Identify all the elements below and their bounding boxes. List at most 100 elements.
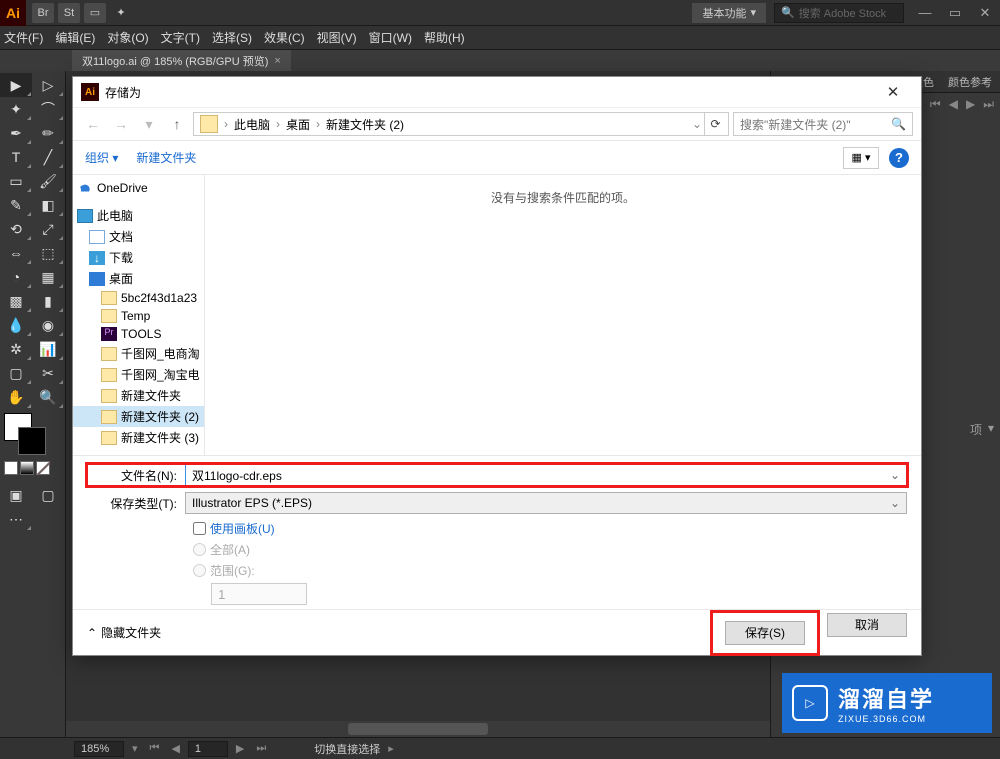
type-tool[interactable]: T — [0, 145, 32, 169]
screen-mode-normal[interactable]: ▣ — [0, 483, 32, 507]
menu-edit[interactable]: 编辑(E) — [55, 29, 95, 46]
perspective-tool[interactable]: ▦ — [32, 265, 64, 289]
menu-view[interactable]: 视图(V) — [317, 29, 357, 46]
slice-tool[interactable]: ✂ — [32, 361, 64, 385]
menu-effect[interactable]: 效果(C) — [264, 29, 305, 46]
scale-tool[interactable]: ⤢ — [32, 217, 64, 241]
color-swatch[interactable] — [0, 409, 65, 479]
new-folder-button[interactable]: 新建文件夹 — [136, 149, 196, 166]
menu-type[interactable]: 文字(T) — [161, 29, 200, 46]
filename-input[interactable]: 双11logo-cdr.eps⌄ — [185, 464, 907, 486]
breadcrumb-dropdown-icon[interactable]: ⌄ — [690, 117, 704, 131]
nav-recent-dropdown[interactable]: ▾ — [137, 112, 161, 136]
shaper-tool[interactable]: ✎ — [0, 193, 32, 217]
symbol-sprayer-tool[interactable]: ✲ — [0, 337, 32, 361]
document-tab[interactable]: 双11logo.ai @ 185% (RGB/GPU 预览) × — [72, 50, 291, 71]
chevron-right-icon[interactable]: › — [222, 117, 230, 131]
chevron-right-icon[interactable]: › — [314, 117, 322, 131]
tree-thispc[interactable]: 此电脑 — [73, 205, 204, 226]
mesh-tool[interactable]: ▩ — [0, 289, 32, 313]
organize-button[interactable]: 组织 ▾ — [85, 149, 118, 166]
curvature-tool[interactable]: ✏ — [32, 121, 64, 145]
artboard-input[interactable]: 1 — [188, 741, 228, 757]
nav-back-button[interactable]: ← — [81, 112, 105, 136]
menu-select[interactable]: 选择(S) — [212, 29, 252, 46]
panel-nav-last-icon[interactable]: ⏭ — [983, 97, 994, 112]
chevron-down-icon[interactable]: ⌄ — [890, 496, 900, 510]
close-button[interactable]: ✕ — [970, 3, 1000, 23]
tree-folder[interactable]: PrTOOLS — [73, 325, 204, 343]
tree-folder[interactable]: 5bc2f43d1a23 — [73, 289, 204, 307]
rotate-tool[interactable]: ⟲ — [0, 217, 32, 241]
panel-menu-icon[interactable]: ▾ — [988, 421, 994, 438]
tree-desktop[interactable]: 桌面 — [73, 268, 204, 289]
refresh-button[interactable]: ⟳ — [704, 113, 726, 135]
menu-window[interactable]: 窗口(W) — [369, 29, 412, 46]
tree-folder[interactable]: Temp — [73, 307, 204, 325]
line-tool[interactable]: ╱ — [32, 145, 64, 169]
paintbrush-tool[interactable]: 🖌 — [32, 169, 64, 193]
minimize-button[interactable]: — — [910, 3, 940, 23]
nav-up-button[interactable]: ↑ — [165, 112, 189, 136]
help-button[interactable]: ? — [889, 148, 909, 168]
horizontal-scrollbar[interactable] — [66, 721, 770, 737]
status-hint-dropdown-icon[interactable]: ▸ — [384, 742, 398, 755]
direct-selection-tool[interactable]: ▷ — [32, 73, 64, 97]
artboard-tool[interactable]: ▢ — [0, 361, 32, 385]
magic-wand-tool[interactable]: ✦ — [0, 97, 32, 121]
edit-toolbar[interactable]: ⋯ — [0, 507, 32, 531]
eyedropper-tool[interactable]: 💧 — [0, 313, 32, 337]
lasso-tool[interactable]: ⌒ — [32, 97, 64, 121]
cancel-button[interactable]: 取消 — [827, 613, 907, 637]
selection-tool[interactable]: ▶ — [0, 73, 32, 97]
tree-folder[interactable]: 新建文件夹 (3) — [73, 427, 204, 448]
panel-tab-colorguide[interactable]: 颜色参考 — [942, 72, 998, 92]
maximize-button[interactable]: ▭ — [940, 3, 970, 23]
menu-help[interactable]: 帮助(H) — [424, 29, 465, 46]
breadcrumb-pc[interactable]: 此电脑 — [230, 116, 274, 133]
gpu-button[interactable]: ✦ — [110, 3, 132, 23]
panel-nav-first-icon[interactable]: ⏮ — [930, 97, 941, 112]
artboard-next-icon[interactable]: ▶ — [232, 742, 248, 755]
bridge-button[interactable]: Br — [32, 3, 54, 23]
nav-forward-button[interactable]: → — [109, 112, 133, 136]
tree-folder-selected[interactable]: 新建文件夹 (2) — [73, 406, 204, 427]
zoom-input[interactable]: 185% — [74, 741, 124, 757]
tree-documents[interactable]: 文档 — [73, 226, 204, 247]
chevron-down-icon[interactable]: ⌄ — [890, 468, 900, 482]
tree-folder[interactable]: 新建文件夹 — [73, 385, 204, 406]
artboard-last-icon[interactable]: ⏭ — [252, 742, 270, 755]
width-tool[interactable]: ⇔ — [0, 241, 32, 265]
use-artboards-checkbox[interactable]: 使用画板(U) — [193, 520, 907, 537]
breadcrumb-desktop[interactable]: 桌面 — [282, 116, 314, 133]
hide-folders-button[interactable]: ⌃隐藏文件夹 — [87, 624, 161, 641]
hand-tool[interactable]: ✋ — [0, 385, 32, 409]
stroke-swatch[interactable] — [18, 427, 46, 455]
pen-tool[interactable]: ✒ — [0, 121, 32, 145]
close-tab-icon[interactable]: × — [274, 55, 280, 67]
breadcrumb-folder[interactable]: 新建文件夹 (2) — [322, 116, 408, 133]
zoom-tool[interactable]: 🔍 — [32, 385, 64, 409]
dialog-close-button[interactable]: ✕ — [873, 83, 913, 101]
tree-folder[interactable]: 千图网_淘宝电 — [73, 364, 204, 385]
save-button[interactable]: 保存(S) — [725, 621, 805, 645]
tree-folder[interactable]: 千图网_电商淘 — [73, 343, 204, 364]
filetype-dropdown[interactable]: Illustrator EPS (*.EPS)⌄ — [185, 492, 907, 514]
screen-mode-full[interactable]: ▢ — [32, 483, 64, 507]
menu-object[interactable]: 对象(O) — [107, 29, 148, 46]
arrange-button[interactable]: ▭ — [84, 3, 106, 23]
stock-search-input[interactable]: 🔍搜索 Adobe Stock — [774, 3, 904, 23]
menu-file[interactable]: 文件(F) — [4, 29, 43, 46]
eraser-tool[interactable]: ◧ — [32, 193, 64, 217]
tree-downloads[interactable]: ↓下载 — [73, 247, 204, 268]
dialog-search-input[interactable]: 搜索"新建文件夹 (2)" 🔍 — [733, 112, 913, 136]
stock-button[interactable]: St — [58, 3, 80, 23]
chevron-right-icon[interactable]: › — [274, 117, 282, 131]
graph-tool[interactable]: 📊 — [32, 337, 64, 361]
gradient-tool[interactable]: ▮ — [32, 289, 64, 313]
zoom-dropdown-icon[interactable]: ▾ — [128, 742, 142, 755]
blend-tool[interactable]: ◉ — [32, 313, 64, 337]
panel-nav-next-icon[interactable]: ▶ — [966, 97, 975, 111]
free-transform-tool[interactable]: ⬚ — [32, 241, 64, 265]
panel-nav-prev-icon[interactable]: ◀ — [949, 97, 958, 111]
